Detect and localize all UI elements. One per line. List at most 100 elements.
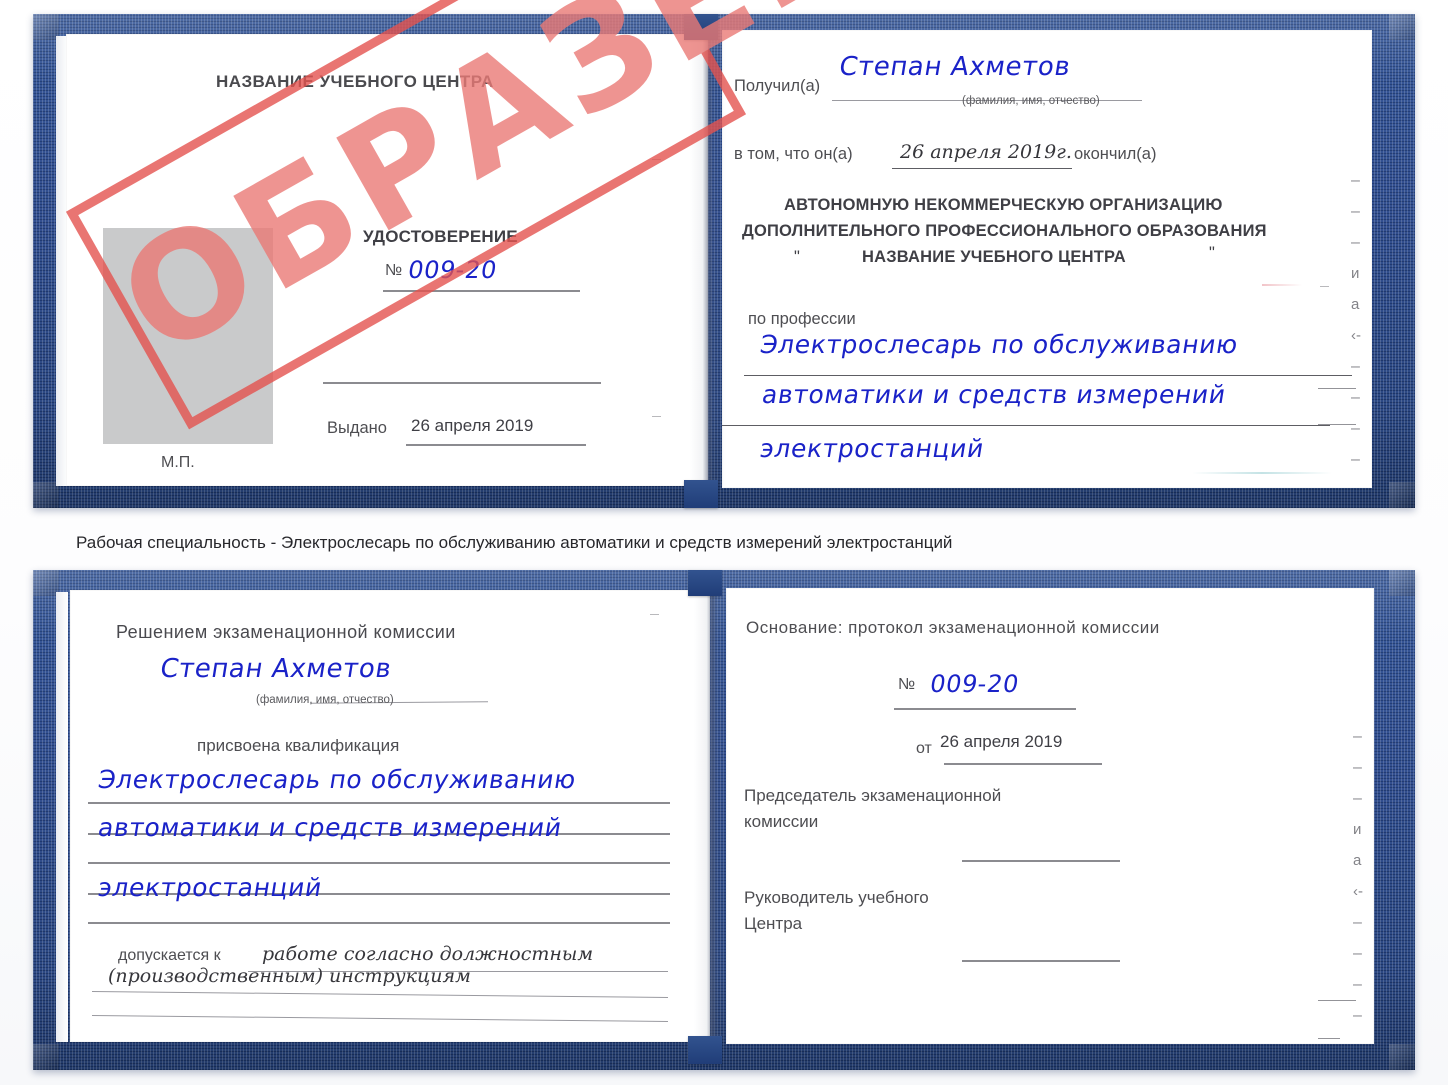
certificate-top-right-page: Получил(а) Степан Ахметов (фамилия, имя,… xyxy=(722,30,1372,488)
seal-label: М.П. xyxy=(161,454,195,471)
protocol-number-value: 009-20 xyxy=(928,670,1022,698)
bleed-char: – xyxy=(1351,172,1360,189)
number-rule xyxy=(383,290,580,292)
profession-rule-2 xyxy=(722,425,1330,427)
spine-shadow-top xyxy=(690,34,726,486)
bleed-char: – xyxy=(1351,203,1360,220)
certificate-bottom-right-page: Основание: протокол экзаменационной коми… xyxy=(726,588,1374,1044)
cover2-fold-bottom-left xyxy=(33,1044,59,1070)
allowed-rule-2 xyxy=(92,990,668,999)
bleed-char: – xyxy=(1353,976,1362,993)
bleed-char: ‹- xyxy=(1353,883,1363,900)
org-line-2: ДОПОЛНИТЕЛЬНОГО ПРОФЕССИОНАЛЬНОГО ОБРАЗО… xyxy=(742,222,1267,240)
bleed-char: – xyxy=(1351,389,1360,406)
allowed-value-2: (производственным) инструкциям xyxy=(108,965,471,987)
spine-clip-top-upper xyxy=(684,14,718,40)
spine-clip-bottom-upper xyxy=(688,570,722,596)
ghost-pink-mark xyxy=(1262,284,1302,286)
received-label: Получил(а) xyxy=(734,77,821,95)
bleed-char: – xyxy=(1353,790,1362,807)
protocol-from-rule xyxy=(944,763,1102,765)
ghost-tick-1 xyxy=(652,159,661,161)
issued-value: 26 апреля 2019 xyxy=(411,416,534,435)
bleed-char: – xyxy=(1353,914,1362,931)
profession-line-3: электростанций xyxy=(758,434,987,463)
bleed-char: – xyxy=(1353,759,1362,776)
received-value: Степан Ахметов xyxy=(837,52,1073,82)
paper-edge-bottom-left xyxy=(56,592,68,1042)
bleed-char: – xyxy=(1353,1007,1362,1024)
chairman-line-2: комиссии xyxy=(744,812,819,831)
ghost-rule xyxy=(1318,1038,1340,1040)
qualification-rule-3 xyxy=(88,862,670,864)
bleed-char: – xyxy=(1351,420,1360,437)
bleed-char: а xyxy=(1353,852,1362,869)
certificate-bottom-left-page: Решением экзаменационной комиссии Степан… xyxy=(70,590,710,1042)
caption-text: Рабочая специальность - Электрослесарь п… xyxy=(76,533,953,552)
bleed-char: – xyxy=(1351,234,1360,251)
that-he-value: 26 апреля 2019г. xyxy=(900,141,1072,163)
ghost-rule xyxy=(1318,388,1356,390)
bleed-char: и xyxy=(1351,265,1360,282)
bleed-char: – xyxy=(1351,358,1360,375)
bleed-char: – xyxy=(1351,451,1360,468)
allowed-label: допускается к xyxy=(118,947,221,964)
number-value: 009-20 xyxy=(406,256,500,284)
issued-rule xyxy=(406,444,586,446)
that-he-rule xyxy=(892,168,1072,170)
ghost-tick-2 xyxy=(652,416,661,418)
org-quote-open: " xyxy=(794,248,801,266)
head-line-2: Центра xyxy=(744,914,803,933)
org-line-3: НАЗВАНИЕ УЧЕБНОГО ЦЕНТРА xyxy=(862,248,1126,266)
ghost-rule xyxy=(1318,424,1356,426)
ghost-rule xyxy=(1318,1000,1356,1002)
finished-label: окончил(а) xyxy=(1074,145,1157,163)
protocol-number-label: № xyxy=(898,676,916,693)
basis-label: Основание: протокол экзаменационной коми… xyxy=(746,618,1160,637)
protocol-number-rule xyxy=(894,708,1076,710)
ghost-tick-4 xyxy=(650,614,659,616)
qualification-line-2: автоматики и средств измерений xyxy=(96,813,565,842)
cover2-fold-bottom-right xyxy=(1389,1044,1415,1070)
head-signature-rule xyxy=(962,960,1120,962)
protocol-from-value: 26 апреля 2019 xyxy=(940,732,1063,751)
bleed-char: – xyxy=(1353,945,1362,962)
decision-title: Решением экзаменационной комиссии xyxy=(116,622,456,642)
profession-rule-1 xyxy=(744,375,1352,377)
qualification-line-3: электростанций xyxy=(96,873,325,902)
cover2-fold-top-right xyxy=(1389,570,1415,596)
qualification-label: присвоена квалификация xyxy=(197,736,400,755)
ghost-tick-3 xyxy=(1320,286,1329,288)
org-title-top: НАЗВАНИЕ УЧЕБНОГО ЦЕНТРА xyxy=(216,72,494,91)
photo-placeholder xyxy=(103,228,273,444)
ghost-teal-mark xyxy=(1192,472,1332,474)
qualification-line-1: Электрослесарь по обслуживанию xyxy=(96,765,579,794)
cover-fold-bottom-right xyxy=(1389,482,1415,508)
name-hint-bottom: (фамилия, имя, отчество) xyxy=(256,694,394,706)
allowed-rule-3 xyxy=(92,1014,668,1023)
spine-shadow-bottom xyxy=(694,590,730,1042)
protocol-from-label: от xyxy=(916,740,932,757)
issued-label: Выдано xyxy=(327,419,387,437)
bleed-char: ‹- xyxy=(1351,327,1361,344)
allowed-value-1: работе согласно должностным xyxy=(262,943,594,965)
profession-line-1: Электрослесарь по обслуживанию xyxy=(758,330,1241,359)
profession-label: по профессии xyxy=(748,310,856,328)
cover-fold-top-right xyxy=(1389,14,1415,40)
spine-clip-bottom-lower xyxy=(688,1036,722,1064)
spine-clip-top-lower xyxy=(684,480,718,508)
bleed-char: – xyxy=(1353,728,1362,745)
blank-rule-1 xyxy=(323,382,601,384)
that-he-label: в том, что он(а) xyxy=(734,145,853,163)
doc-title: УДОСТОВЕРЕНИЕ xyxy=(363,227,518,246)
bleed-char: а xyxy=(1351,296,1360,313)
qualification-rule-1 xyxy=(88,802,670,804)
head-line-1: Руководитель учебного xyxy=(744,888,929,907)
chairman-signature-rule xyxy=(962,860,1120,862)
number-label: № xyxy=(385,262,403,279)
qualification-rule-5 xyxy=(88,922,670,924)
decision-name-value: Степан Ахметов xyxy=(158,654,394,684)
bleed-char: и xyxy=(1353,821,1362,838)
org-quote-close: " xyxy=(1209,244,1216,262)
org-line-1: АВТОНОМНУЮ НЕКОММЕРЧЕСКУЮ ОРГАНИЗАЦИЮ xyxy=(784,196,1223,214)
